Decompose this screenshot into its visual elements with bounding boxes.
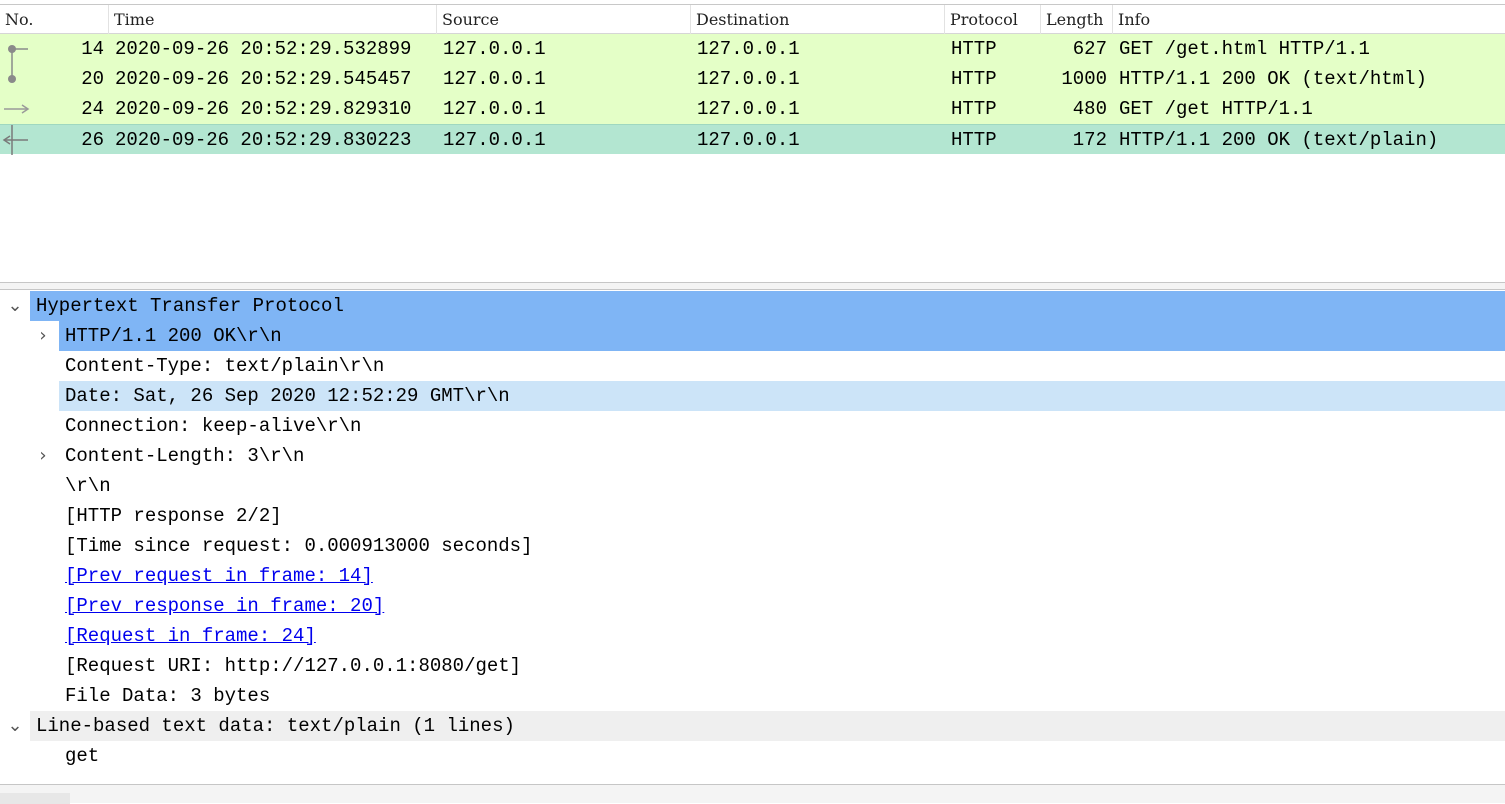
tree-item-crlf[interactable]: \r\n (0, 471, 1505, 501)
tree-item-response-index[interactable]: [HTTP response 2/2] (0, 501, 1505, 531)
column-header-time[interactable]: Time (109, 5, 437, 35)
packet-no: 26 (81, 129, 104, 151)
packet-no: 20 (81, 68, 104, 90)
packet-row[interactable]: 24 2020-09-26 20:52:29.829310 127.0.0.1 … (0, 94, 1505, 124)
tree-item-line-based[interactable]: ⌄ Line-based text data: text/plain (1 li… (0, 711, 1505, 741)
packet-source: 127.0.0.1 (443, 129, 546, 151)
tree-item-file-data[interactable]: File Data: 3 bytes (0, 681, 1505, 711)
packet-time: 2020-09-26 20:52:29.830223 (115, 129, 412, 151)
tree-item-label: Date: Sat, 26 Sep 2020 12:52:29 GMT\r\n (65, 385, 510, 407)
tree-item-label: File Data: 3 bytes (65, 685, 271, 707)
tree-item-label: HTTP/1.1 200 OK\r\n (65, 325, 282, 347)
tree-item-label: Connection: keep-alive\r\n (65, 415, 362, 437)
pane-splitter[interactable] (0, 282, 1505, 290)
tree-item-connection[interactable]: Connection: keep-alive\r\n (0, 411, 1505, 441)
packet-row-selected[interactable]: 26 2020-09-26 20:52:29.830223 127.0.0.1 … (0, 124, 1505, 155)
packet-row[interactable]: 20 2020-09-26 20:52:29.545457 127.0.0.1 … (0, 64, 1505, 94)
tree-item-http[interactable]: ⌄ Hypertext Transfer Protocol (0, 291, 1505, 321)
response-arrow-icon (2, 125, 28, 155)
packet-source: 127.0.0.1 (443, 68, 546, 90)
packet-length: 172 (1072, 129, 1107, 151)
packet-no: 14 (81, 38, 104, 60)
packet-info: GET /get HTTP/1.1 (1119, 98, 1313, 120)
packet-info: GET /get.html HTTP/1.1 (1119, 38, 1370, 60)
tree-item-line-text[interactable]: get (0, 741, 1505, 771)
tree-item-label: Line-based text data: text/plain (1 line… (36, 715, 515, 737)
request-in-frame-link[interactable]: [Request in frame: 24] (65, 621, 316, 651)
packet-row[interactable]: 14 2020-09-26 20:52:29.532899 127.0.0.1 … (0, 34, 1505, 64)
packet-destination: 127.0.0.1 (697, 68, 800, 90)
packet-length: 627 (1072, 38, 1107, 60)
chevron-right-icon[interactable]: › (28, 441, 58, 471)
packet-source: 127.0.0.1 (443, 38, 546, 60)
column-header-destination[interactable]: Destination (691, 5, 945, 35)
column-header-no[interactable]: No. (0, 5, 109, 35)
column-header-source[interactable]: Source (437, 5, 691, 35)
chevron-down-icon[interactable]: ⌄ (0, 711, 30, 741)
request-start-icon (8, 45, 28, 64)
tree-item-content-length[interactable]: › Content-Length: 3\r\n (0, 441, 1505, 471)
packet-source: 127.0.0.1 (443, 98, 546, 120)
packet-destination: 127.0.0.1 (697, 98, 800, 120)
tree-item-label: [Time since request: 0.000913000 seconds… (65, 535, 533, 557)
response-icon (8, 64, 16, 83)
packet-protocol: HTTP (951, 98, 997, 120)
tree-item-request-in[interactable]: [Request in frame: 24] (0, 621, 1505, 651)
packet-protocol: HTTP (951, 129, 997, 151)
tree-item-label: \r\n (65, 475, 111, 497)
tree-item-prev-request[interactable]: [Prev request in frame: 14] (0, 561, 1505, 591)
packet-protocol: HTTP (951, 38, 997, 60)
tree-item-request-uri[interactable]: [Request URI: http://127.0.0.1:8080/get] (0, 651, 1505, 681)
prev-request-link[interactable]: [Prev request in frame: 14] (65, 561, 373, 591)
tree-item-time-since[interactable]: [Time since request: 0.000913000 seconds… (0, 531, 1505, 561)
request-arrow-icon (4, 104, 30, 114)
chevron-down-icon[interactable]: ⌄ (0, 291, 30, 321)
packet-destination: 127.0.0.1 (697, 129, 800, 151)
tree-item-label: Hypertext Transfer Protocol (36, 295, 344, 317)
tree-item-label: [Request URI: http://127.0.0.1:8080/get] (65, 655, 522, 677)
packet-time: 2020-09-26 20:52:29.829310 (115, 98, 412, 120)
packet-protocol: HTTP (951, 68, 997, 90)
tree-item-label: get (65, 745, 100, 767)
packet-list-header: No. Time Source Destination Protocol Len… (0, 4, 1505, 35)
tree-item-label: [HTTP response 2/2] (65, 505, 282, 527)
column-header-info[interactable]: Info (1113, 5, 1505, 35)
tree-item-status-line[interactable]: › HTTP/1.1 200 OK\r\n (0, 321, 1505, 351)
packet-time: 2020-09-26 20:52:29.532899 (115, 38, 412, 60)
packet-length: 480 (1072, 98, 1107, 120)
packet-info: HTTP/1.1 200 OK (text/html) (1119, 68, 1427, 90)
tree-item-content-type[interactable]: Content-Type: text/plain\r\n (0, 351, 1505, 381)
packet-destination: 127.0.0.1 (697, 38, 800, 60)
prev-response-link[interactable]: [Prev response in frame: 20] (65, 591, 384, 621)
column-header-protocol[interactable]: Protocol (945, 5, 1041, 35)
chevron-right-icon[interactable]: › (28, 321, 58, 351)
column-header-length[interactable]: Length (1041, 5, 1113, 35)
bytes-pane-edge (0, 784, 1505, 804)
packet-no: 24 (81, 98, 104, 120)
packet-length: 1000 (1061, 68, 1107, 90)
bytes-pane-tab[interactable] (0, 793, 70, 804)
packet-info: HTTP/1.1 200 OK (text/plain) (1119, 129, 1439, 151)
tree-item-label: Content-Length: 3\r\n (65, 445, 305, 467)
tree-item-date[interactable]: Date: Sat, 26 Sep 2020 12:52:29 GMT\r\n (0, 381, 1505, 411)
tree-item-prev-response[interactable]: [Prev response in frame: 20] (0, 591, 1505, 621)
packet-time: 2020-09-26 20:52:29.545457 (115, 68, 412, 90)
tree-item-label: Content-Type: text/plain\r\n (65, 355, 385, 377)
